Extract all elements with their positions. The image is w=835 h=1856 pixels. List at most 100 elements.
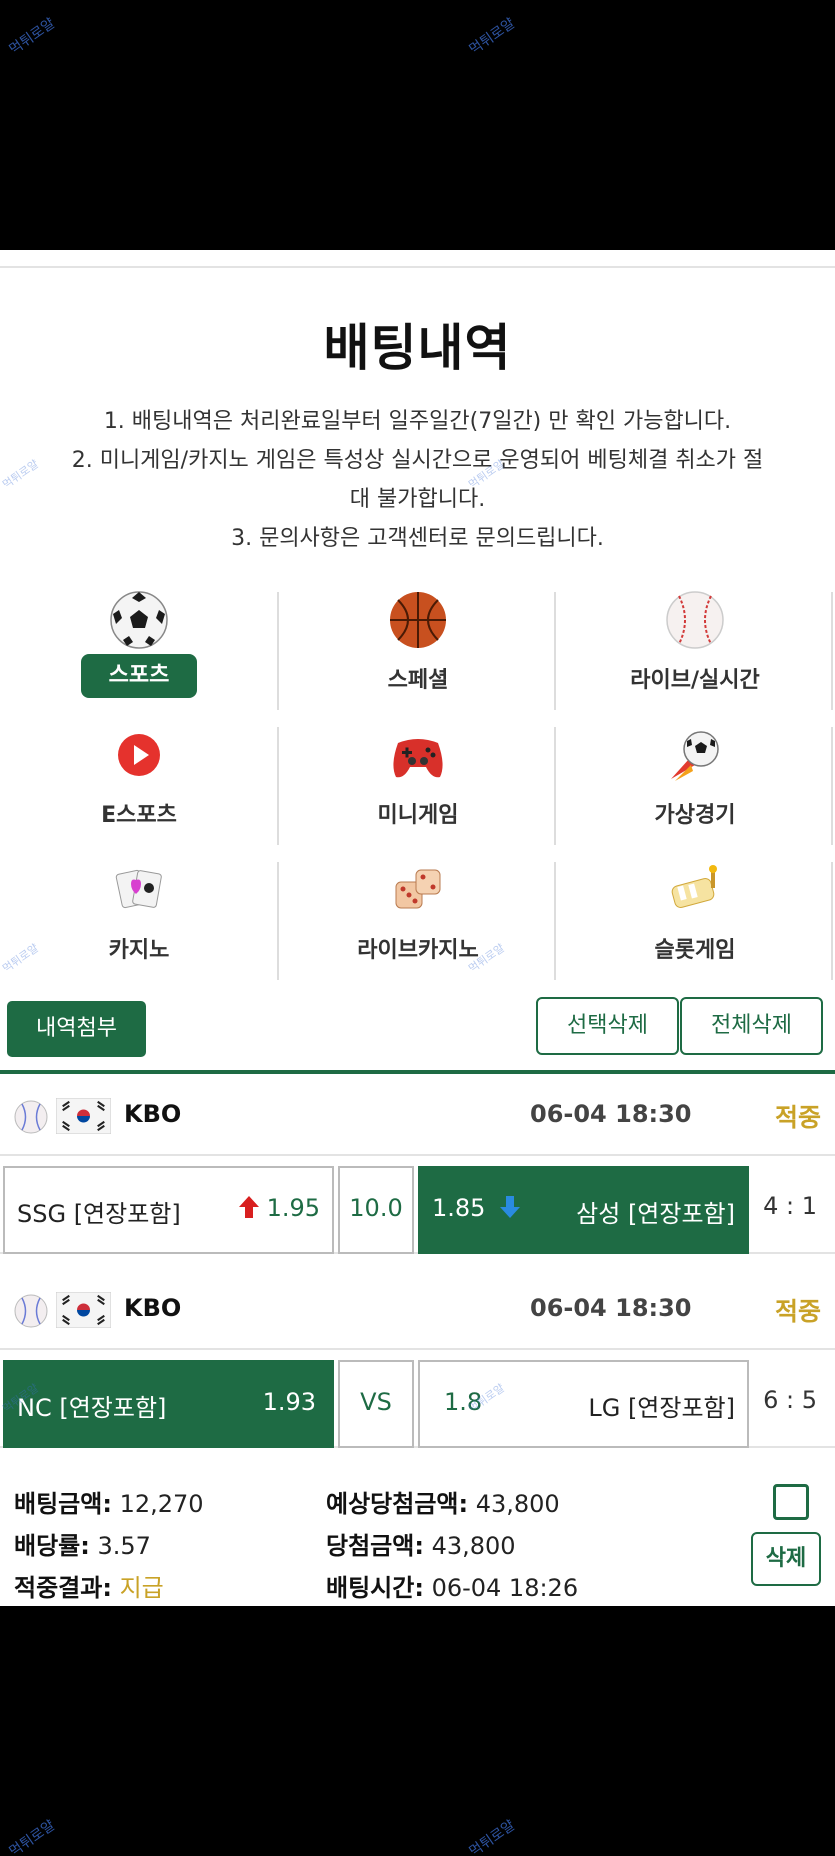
top-black-bar: 먹튀로얄 먹튀로얄 — [0, 0, 835, 250]
korea-flag-icon — [56, 1292, 111, 1328]
away-odds: 1.85 — [432, 1194, 486, 1222]
category-label: 라이브카지노 — [357, 938, 479, 963]
category-label: 라이브/실시간 — [630, 668, 760, 693]
baseball-icon — [14, 1100, 48, 1134]
match-header: KBO 06-04 18:30 적중 — [0, 1076, 835, 1156]
match-header: KBO 06-04 18:30 적중 — [0, 1270, 835, 1350]
match-time: 06-04 18:30 — [530, 1294, 692, 1322]
category-live-casino[interactable]: 라이브카지노 — [279, 860, 557, 980]
bet-amount-row: 배팅금액: 12,270 — [14, 1484, 204, 1519]
expected-value: 43,800 — [475, 1490, 560, 1518]
home-odds: 1.95 — [266, 1194, 320, 1222]
match-score: 4 : 1 — [763, 1192, 817, 1220]
arrow-down-icon — [500, 1196, 520, 1218]
match-time: 06-04 18:30 — [530, 1100, 692, 1128]
divider — [831, 862, 833, 980]
page-title: 배팅내역 — [323, 319, 512, 377]
win-value: 43,800 — [431, 1532, 516, 1560]
notice-text: 1. 배팅내역은 처리완료일부터 일주일간(7일간) 만 확인 가능합니다. 2… — [10, 402, 825, 558]
vs-label: VS — [360, 1388, 392, 1416]
category-label: 미니게임 — [377, 803, 459, 828]
category-grid: 스포츠 스페셜 라이브/실시간 E스포츠 미니게임 가상경기 카지노 라이브카지… — [0, 590, 835, 980]
divider — [831, 592, 833, 710]
delete-button[interactable]: 삭제 — [751, 1532, 821, 1586]
category-casino[interactable]: 카지노 — [0, 860, 278, 980]
away-team: LG [연장포함] — [588, 1394, 735, 1422]
dice-icon — [395, 869, 441, 909]
match-score: 6 : 5 — [763, 1386, 817, 1414]
korea-flag-icon — [56, 1098, 111, 1134]
league-name: KBO — [124, 1294, 182, 1322]
watermark: 먹튀로얄 — [6, 1817, 59, 1856]
home-odds: 1.93 — [262, 1388, 316, 1416]
notice-line: 3. 문의사항은 고객센터로 문의드립니다. — [231, 526, 604, 551]
vs-cell: VS — [338, 1360, 414, 1448]
category-special[interactable]: 스페셜 — [279, 590, 557, 710]
win-label: 당첨금액: — [326, 1532, 424, 1560]
home-odds-cell[interactable]: NC [연장포함] 1.93 — [3, 1360, 334, 1448]
gamepad-icon — [393, 739, 443, 778]
category-slot[interactable]: 슬롯게임 — [556, 860, 834, 980]
result-value: 지급 — [119, 1574, 164, 1602]
category-label: E스포츠 — [101, 803, 177, 828]
category-sports[interactable]: 스포츠 — [0, 590, 278, 710]
status-badge: 적중 — [774, 1297, 821, 1326]
divider — [0, 266, 835, 268]
bet-time-value: 06-04 18:26 — [431, 1574, 579, 1602]
category-label: 슬롯게임 — [654, 938, 736, 963]
bet-time-label: 배팅시간: — [326, 1574, 424, 1602]
result-row: 적중결과: 지급 — [14, 1568, 164, 1603]
divider — [0, 1070, 835, 1074]
result-label: 적중결과: — [14, 1574, 112, 1602]
odds-label: 배당률: — [14, 1532, 90, 1560]
attach-history-button[interactable]: 내역첨부 — [7, 1001, 146, 1057]
category-label: 스페셜 — [387, 668, 449, 693]
betting-history-panel: 배팅내역 1. 배팅내역은 처리완료일부터 일주일간(7일간) 만 확인 가능합… — [0, 250, 835, 1606]
cards-icon — [115, 869, 162, 909]
home-team: SSG [연장포함] — [17, 1200, 181, 1228]
category-label: 카지노 — [108, 938, 170, 963]
divider — [831, 727, 833, 845]
bet-time-row: 배팅시간: 06-04 18:26 — [326, 1568, 578, 1603]
expected-label: 예상당첨금액: — [326, 1490, 469, 1518]
category-label: 가상경기 — [654, 803, 736, 828]
draw-odds-cell[interactable]: 10.0 — [338, 1166, 414, 1254]
status-badge: 적중 — [774, 1103, 821, 1132]
watermark: 먹튀로얄 — [6, 15, 59, 59]
bet-amount-value: 12,270 — [119, 1490, 204, 1518]
away-odds-cell[interactable]: 1.85 삼성 [연장포함] — [418, 1166, 749, 1254]
away-team: 삼성 [연장포함] — [576, 1200, 735, 1228]
bet-amount-label: 배팅금액: — [14, 1490, 112, 1518]
category-label: 스포츠 — [81, 654, 197, 698]
watermark: 먹튀로얄 — [466, 1817, 519, 1856]
draw-odds: 10.0 — [349, 1194, 403, 1222]
expected-row: 예상당첨금액: 43,800 — [326, 1484, 560, 1519]
select-checkbox[interactable] — [773, 1484, 809, 1520]
delete-selected-button[interactable]: 선택삭제 — [536, 997, 679, 1055]
baseball-icon — [14, 1294, 48, 1328]
slot-icon — [671, 865, 717, 908]
virtual-soccer-icon — [671, 731, 719, 781]
delete-all-button[interactable]: 전체삭제 — [680, 997, 823, 1055]
bottom-black-bar: 먹튀로얄 먹튀로얄 — [0, 1606, 835, 1856]
notice-line: 대 불가합니다. — [349, 487, 486, 512]
category-live[interactable]: 라이브/실시간 — [556, 590, 834, 710]
baseball-icon — [666, 591, 724, 649]
soccer-ball-icon — [110, 591, 168, 649]
notice-line: 1. 배팅내역은 처리완료일부터 일주일간(7일간) 만 확인 가능합니다. — [103, 409, 732, 434]
odds-row: SSG [연장포함] 1.95 10.0 1.85 삼성 [연장포함] 4 : … — [0, 1158, 835, 1254]
win-row: 당첨금액: 43,800 — [326, 1526, 516, 1561]
watermark: 먹튀로얄 — [466, 15, 519, 59]
bet-summary: 배팅금액: 12,270 배당률: 3.57 적중결과: 지급 예상당첨금액: … — [0, 1472, 835, 1606]
category-virtual[interactable]: 가상경기 — [556, 725, 834, 845]
notice-line: 2. 미니게임/카지노 게임은 특성상 실시간으로 운영되어 베팅체결 취소가 … — [71, 448, 764, 473]
odds-row-summary: 배당률: 3.57 — [14, 1526, 151, 1561]
category-minigame[interactable]: 미니게임 — [279, 725, 557, 845]
category-esports[interactable]: E스포츠 — [0, 725, 278, 845]
play-button-icon — [118, 734, 160, 776]
home-odds-cell[interactable]: SSG [연장포함] 1.95 — [3, 1166, 334, 1254]
odds-value: 3.57 — [97, 1532, 151, 1560]
basketball-icon — [390, 592, 446, 648]
arrow-up-icon — [239, 1196, 259, 1218]
odds-row: NC [연장포함] 1.93 VS 1.8 LG [연장포함] 6 : 5 — [0, 1352, 835, 1448]
